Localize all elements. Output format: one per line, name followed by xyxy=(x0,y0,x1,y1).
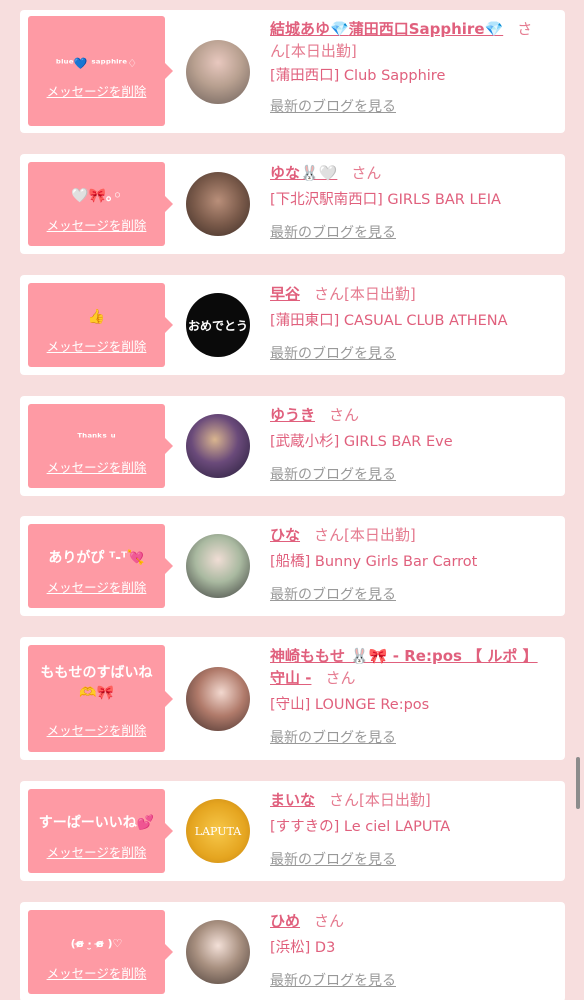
cast-suffix: さん xyxy=(314,912,345,930)
cast-name-line: 早谷 さん[本日出勤] xyxy=(270,283,557,305)
shop-name: [守山] LOUNGE Re:pos xyxy=(270,697,430,713)
latest-blog-link[interactable]: 最新のブログを見る xyxy=(270,223,396,243)
message-card: (ɞ̴̶̷ ·̮ ɞ̴̶̷ )♡ メッセージを削除 ひめ さん [浜松] D3 最… xyxy=(20,902,565,1000)
work-today-badge: [本日出勤] xyxy=(344,285,416,303)
cast-suffix: さん xyxy=(314,526,345,544)
cast-name-link[interactable]: 結城あゆ💎蒲田西口Sapphire💎 xyxy=(270,20,503,38)
shop-name: [すすきの] Le ciel LAPUTA xyxy=(270,819,451,835)
delete-message-link[interactable]: メッセージを削除 xyxy=(28,580,165,596)
cast-avatar[interactable] xyxy=(186,667,250,731)
scrollbar-thumb[interactable] xyxy=(576,757,580,809)
shop-name: [船橋] Bunny Girls Bar Carrot xyxy=(270,554,478,570)
cast-avatar[interactable] xyxy=(186,40,250,104)
message-text: 👍 xyxy=(87,309,106,325)
message-bubble: ᵇˡᵘᵉ💙 ˢᵃᵖᵖʰⁱʳᵉ♢ メッセージを削除 xyxy=(28,16,173,126)
message-bubble: ᵀʰᵃⁿᵏˢ ᵘ メッセージを削除 xyxy=(28,404,173,488)
shop-name: [武蔵小杉] GIRLS BAR Eve xyxy=(270,434,453,450)
cast-info: 結城あゆ💎蒲田西口Sapphire💎 さ ん[本日出勤] [蒲田西口] Club … xyxy=(270,18,557,117)
message-text: すーぱーいいね💕 xyxy=(38,815,155,831)
delete-message-link[interactable]: メッセージを削除 xyxy=(28,218,165,234)
message-bubble: ももせのすばいね 🫶🎀 メッセージを削除 xyxy=(28,645,173,752)
delete-message-link[interactable]: メッセージを削除 xyxy=(28,723,165,739)
cast-name-link[interactable]: 早谷 xyxy=(270,285,300,303)
latest-blog-link[interactable]: 最新のブログを見る xyxy=(270,728,396,748)
cast-name-link-line2[interactable]: 守山 - xyxy=(270,669,311,687)
cast-info: ひな さん[本日出勤] [船橋] Bunny Girls Bar Carrot 最… xyxy=(270,524,557,605)
shop-name: [下北沢駅南西口] GIRLS BAR LEIA xyxy=(270,192,501,208)
message-text: ᵇˡᵘᵉ💙 ˢᵃᵖᵖʰⁱʳᵉ♢ xyxy=(55,57,138,70)
cast-name-line: まいな さん[本日出勤] xyxy=(270,789,557,811)
message-card: ᵀʰᵃⁿᵏˢ ᵘ メッセージを削除 ゆうき さん [武蔵小杉] GIRLS BAR… xyxy=(20,396,565,496)
message-bubble: ありがぴ ᵀ-ᵀ💘 メッセージを削除 xyxy=(28,524,173,608)
work-today-badge: [本日出勤] xyxy=(344,526,416,544)
message-bubble: すーぱーいいね💕 メッセージを削除 xyxy=(28,789,173,873)
cast-name-link[interactable]: まいな xyxy=(270,791,315,809)
cast-suffix: さん xyxy=(329,791,360,809)
message-card: ありがぴ ᵀ-ᵀ💘 メッセージを削除 ひな さん[本日出勤] [船橋] Bunny… xyxy=(20,516,565,616)
message-bubble: (ɞ̴̶̷ ·̮ ɞ̴̶̷ )♡ メッセージを削除 xyxy=(28,910,173,994)
shop-name: [浜松] D3 xyxy=(270,940,336,956)
delete-message-link[interactable]: メッセージを削除 xyxy=(28,460,165,476)
cast-avatar[interactable] xyxy=(186,534,250,598)
message-card: ももせのすばいね 🫶🎀 メッセージを削除 神崎ももせ 🐰🎀 - Re:pos 【… xyxy=(20,637,565,760)
cast-name-line: ゆな🐰🤍 さん xyxy=(270,162,557,184)
latest-blog-link[interactable]: 最新のブログを見る xyxy=(270,850,396,870)
message-text: (ɞ̴̶̷ ·̮ ɞ̴̶̷ )♡ xyxy=(70,937,123,950)
cast-avatar[interactable]: おめでとう xyxy=(186,293,250,357)
cast-name-link[interactable]: ひな xyxy=(270,526,300,544)
cast-suffix: さん xyxy=(351,164,382,182)
cast-suffix-wrap: ん xyxy=(270,42,286,60)
cast-info: ゆうき さん [武蔵小杉] GIRLS BAR Eve 最新のブログを見る xyxy=(270,404,557,485)
shop-name: [蒲田西口] Club Sapphire xyxy=(270,68,446,84)
diamond-icon: 💎 xyxy=(484,20,504,38)
message-text: 🤍🎀｡◦ xyxy=(71,188,122,204)
cast-name-line: ゆうき さん xyxy=(270,404,557,426)
cast-suffix: さん xyxy=(325,669,356,687)
cast-suffix: さ xyxy=(517,20,533,38)
cast-name-link[interactable]: ゆうき xyxy=(270,406,315,424)
message-card: ᵇˡᵘᵉ💙 ˢᵃᵖᵖʰⁱʳᵉ♢ メッセージを削除 結城あゆ💎蒲田西口Sapphi… xyxy=(20,10,565,133)
cast-avatar[interactable] xyxy=(186,920,250,984)
cast-info: ゆな🐰🤍 さん [下北沢駅南西口] GIRLS BAR LEIA 最新のブログを見… xyxy=(270,162,557,243)
diamond-icon: 💎 xyxy=(330,20,349,38)
delete-message-link[interactable]: メッセージを削除 xyxy=(28,966,165,982)
delete-message-link[interactable]: メッセージを削除 xyxy=(28,845,165,861)
cast-suffix: さん xyxy=(314,285,345,303)
latest-blog-link[interactable]: 最新のブログを見る xyxy=(270,465,396,485)
cast-name-line: 結城あゆ💎蒲田西口Sapphire💎 さ xyxy=(270,18,557,40)
message-text: ありがぴ ᵀ-ᵀ💘 xyxy=(48,550,145,566)
message-text: ᵀʰᵃⁿᵏˢ ᵘ xyxy=(77,431,116,444)
message-card: すーぱーいいね💕 メッセージを削除 LAPUTA まいな さん[本日出勤] [すす… xyxy=(20,781,565,881)
shop-name: [蒲田東口] CASUAL CLUB ATHENA xyxy=(270,313,508,329)
cast-info: 神崎ももせ 🐰🎀 - Re:pos 【 ルポ 】 守山 - さん [守山] LOU… xyxy=(270,645,557,748)
avatar-text: おめでとう xyxy=(187,318,248,333)
avatar-text: LAPUTA xyxy=(194,824,242,838)
cast-name-line: 神崎ももせ 🐰🎀 - Re:pos 【 ルポ 】 xyxy=(270,645,557,667)
cast-avatar[interactable] xyxy=(186,414,250,478)
cast-name-link[interactable]: ひめ xyxy=(270,912,300,930)
message-text: ももせのすばいね 🫶🎀 xyxy=(40,665,153,701)
message-card: 🤍🎀｡◦ メッセージを削除 ゆな🐰🤍 さん [下北沢駅南西口] GIRLS BAR… xyxy=(20,154,565,254)
cast-name-link[interactable]: ゆな🐰🤍 xyxy=(270,164,337,182)
work-today-badge: [本日出勤] xyxy=(285,42,357,60)
latest-blog-link[interactable]: 最新のブログを見る xyxy=(270,971,396,991)
cast-name-link[interactable]: 神崎ももせ 🐰🎀 - Re:pos 【 ルポ 】 xyxy=(270,647,538,665)
message-bubble: 🤍🎀｡◦ メッセージを削除 xyxy=(28,162,173,246)
message-bubble: 👍 メッセージを削除 xyxy=(28,283,173,367)
delete-message-link[interactable]: メッセージを削除 xyxy=(28,84,165,100)
cast-avatar[interactable]: LAPUTA xyxy=(186,799,250,863)
cast-name-line: ひな さん[本日出勤] xyxy=(270,524,557,546)
cast-suffix: さん xyxy=(329,406,360,424)
latest-blog-link[interactable]: 最新のブログを見る xyxy=(270,97,396,117)
latest-blog-link[interactable]: 最新のブログを見る xyxy=(270,585,396,605)
cast-avatar[interactable] xyxy=(186,172,250,236)
cast-info: まいな さん[本日出勤] [すすきの] Le ciel LAPUTA 最新のブログ… xyxy=(270,789,557,870)
cast-name-line: ひめ さん xyxy=(270,910,557,932)
message-card: 👍 メッセージを削除 おめでとう 早谷 さん[本日出勤] [蒲田東口] CASUA… xyxy=(20,275,565,375)
work-today-badge: [本日出勤] xyxy=(359,791,431,809)
cast-info: ひめ さん [浜松] D3 最新のブログを見る xyxy=(270,910,557,991)
delete-message-link[interactable]: メッセージを削除 xyxy=(28,339,165,355)
latest-blog-link[interactable]: 最新のブログを見る xyxy=(270,344,396,364)
cast-info: 早谷 さん[本日出勤] [蒲田東口] CASUAL CLUB ATHENA 最新の… xyxy=(270,283,557,364)
